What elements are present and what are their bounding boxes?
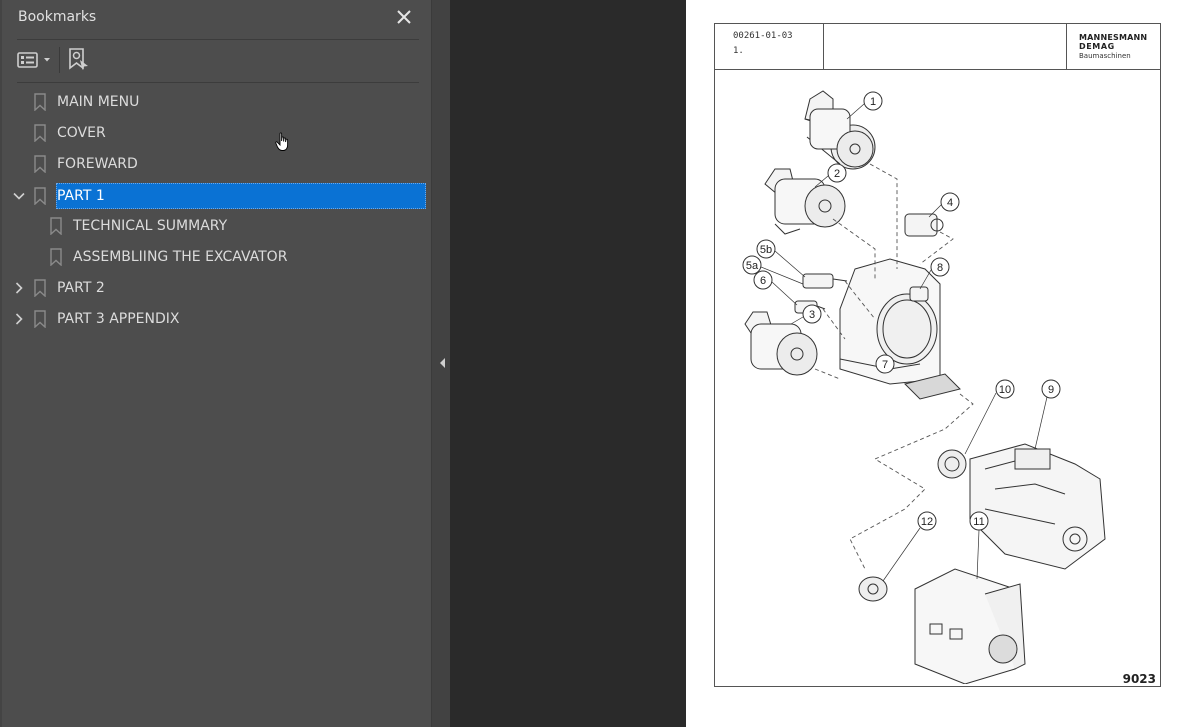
callout-2: 2 [827, 163, 847, 183]
callout-5a: 5a [742, 255, 762, 275]
sensor-part-8 [909, 286, 929, 302]
callout-4: 4 [940, 192, 960, 212]
expand-toggle[interactable] [12, 281, 26, 295]
find-current-bookmark-icon [69, 48, 88, 70]
bookmark-item-part-1[interactable]: PART 1 [0, 183, 431, 209]
options-button[interactable] [17, 46, 53, 74]
bookmark-label: PART 2 [57, 280, 105, 296]
panel-title: Bookmarks [18, 9, 97, 25]
generator-part-11 [914, 568, 1026, 684]
section-number: 1. [733, 46, 744, 56]
callout-12: 12 [917, 511, 937, 531]
bookmark-icon [34, 93, 46, 111]
brand-logo-line2: DEMAG [1079, 42, 1115, 51]
callout-label: 5a [746, 260, 759, 272]
callout-label: 11 [973, 516, 984, 528]
bookmark-item-cover[interactable]: COVER [0, 120, 431, 146]
divider [17, 82, 419, 83]
bookmark-item-part-3-appendix[interactable]: PART 3 APPENDIX [0, 306, 431, 332]
bookmarks-toolbar [17, 44, 419, 76]
options-list-icon [17, 52, 38, 68]
bookmark-label: ASSEMBLIING THE EXCAVATOR [73, 249, 288, 265]
bookmark-label: TECHNICAL SUMMARY [73, 218, 228, 234]
page-number: 9023 [1122, 672, 1156, 686]
callout-label: 1 [870, 96, 876, 108]
brand-subtitle: Baumaschinen [1079, 52, 1131, 60]
selection-highlight [56, 183, 426, 209]
title-block: 00261-01-03 1. MANNESMANN DEMAG Baumasch… [715, 24, 1160, 70]
divider [17, 39, 419, 40]
bookmark-label: FOREWARD [57, 156, 138, 172]
chevron-down-icon [13, 192, 25, 200]
expand-toggle[interactable] [12, 189, 26, 203]
callout-label: 5b [760, 244, 772, 256]
hand-cursor-icon [275, 132, 289, 151]
valve-part-5b [802, 273, 848, 289]
bookmark-item-foreward[interactable]: FOREWARD [0, 151, 431, 177]
callout-label: 9 [1048, 384, 1054, 396]
bookmark-icon [34, 310, 46, 328]
callout-6: 6 [753, 270, 773, 290]
coupling-part-12 [858, 576, 888, 602]
document-page: 00261-01-03 1. MANNESMANN DEMAG Baumasch… [686, 0, 1200, 727]
bookmark-icon [34, 155, 46, 173]
bookmark-item-assembling-the-excavator[interactable]: ASSEMBLIING THE EXCAVATOR [0, 244, 431, 270]
callout-label: 12 [921, 516, 933, 528]
bookmark-item-main-menu[interactable]: MAIN MENU [0, 89, 431, 115]
toolbar-separator [59, 47, 60, 73]
motor-part-4 [904, 213, 944, 237]
bookmark-label: MAIN MENU [57, 94, 140, 110]
callout-label: 8 [937, 262, 943, 274]
callout-8: 8 [930, 257, 950, 277]
bookmark-item-technical-summary[interactable]: TECHNICAL SUMMARY [0, 213, 431, 239]
callout-1: 1 [863, 91, 883, 111]
callout-11: 11 [969, 511, 989, 531]
callout-label: 6 [760, 275, 766, 287]
title-block-brand-cell: MANNESMANN DEMAG Baumaschinen [1066, 24, 1161, 69]
title-block-code-cell: 00261-01-03 1. [715, 24, 824, 69]
bookmark-icon [50, 217, 62, 235]
callout-7: 7 [875, 354, 895, 374]
document-viewer: 00261-01-03 1. MANNESMANN DEMAG Baumasch… [450, 0, 1200, 727]
callout-label: 2 [834, 168, 840, 180]
bookmark-icon [34, 124, 46, 142]
exploded-assembly-drawing: 1 2 3 4 5b 5a 6 7 8 9 10 11 12 [742, 90, 1106, 684]
chevron-down-icon [44, 58, 50, 62]
expand-toggle[interactable] [12, 312, 26, 326]
coupling-part-10 [937, 449, 967, 479]
callout-5b: 5b [756, 239, 776, 259]
bookmark-item-part-2[interactable]: PART 2 [0, 275, 431, 301]
callout-3: 3 [802, 304, 822, 324]
bookmark-icon [34, 279, 46, 297]
bookmark-label: PART 1 [57, 188, 105, 204]
find-current-bookmark-button[interactable] [68, 46, 92, 74]
close-panel-button[interactable] [394, 6, 414, 28]
chevron-right-icon [15, 282, 23, 294]
callout-label: 7 [882, 359, 888, 371]
document-code: 00261-01-03 [733, 31, 793, 41]
callout-label: 10 [999, 384, 1011, 396]
callout-9: 9 [1041, 379, 1061, 399]
drawing-frame: 00261-01-03 1. MANNESMANN DEMAG Baumasch… [714, 23, 1161, 687]
collapse-left-arrow-icon[interactable] [437, 355, 447, 371]
bookmark-icon [50, 248, 62, 266]
bookmark-label: PART 3 APPENDIX [57, 311, 180, 327]
bookmark-icon [34, 187, 46, 205]
chevron-right-icon [15, 313, 23, 325]
bookmarks-panel: Bookmarks MAIN MENU COVER FOREWARD PART … [0, 0, 431, 727]
callout-label: 4 [947, 197, 953, 209]
close-icon [397, 10, 411, 24]
callout-10: 10 [995, 379, 1015, 399]
brand-logo-line1: MANNESMANN [1079, 33, 1148, 42]
callout-label: 3 [809, 309, 815, 321]
panel-splitter[interactable] [431, 0, 451, 727]
engine-part-9 [969, 443, 1106, 570]
bookmark-label: COVER [57, 125, 106, 141]
